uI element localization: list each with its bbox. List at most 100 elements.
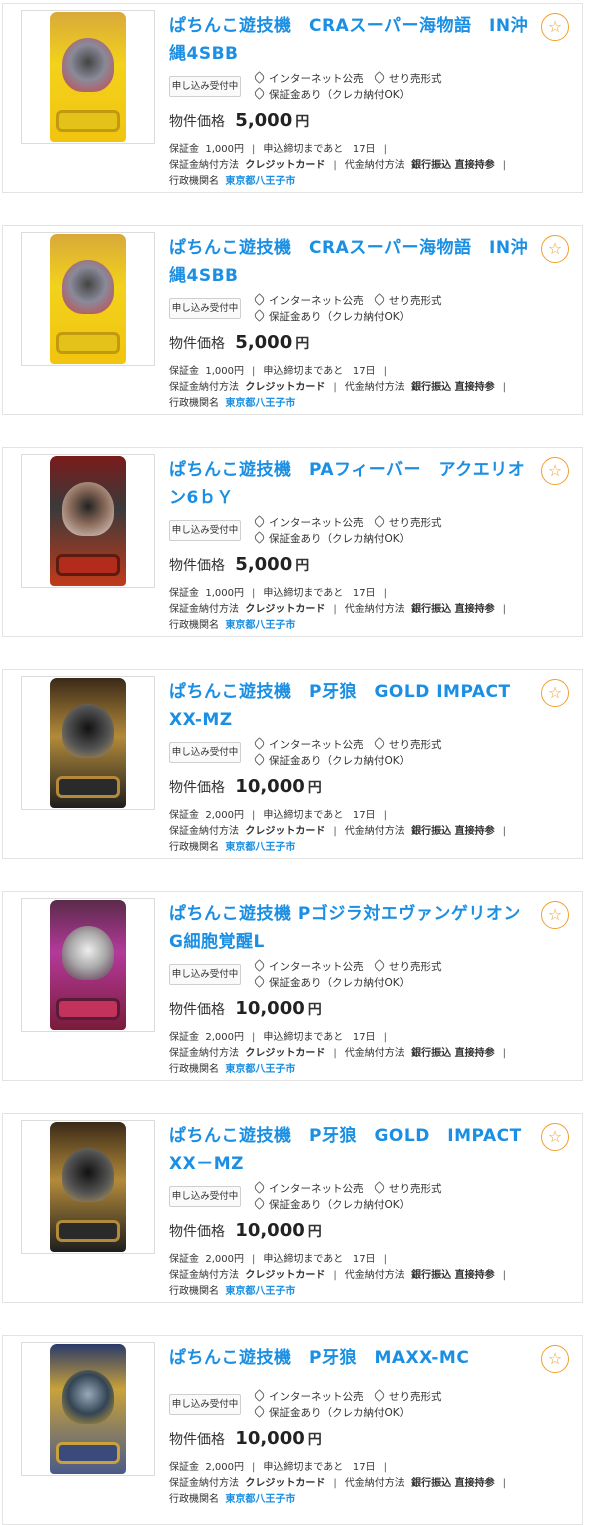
info-row-methods: 保証金納付方法 クレジットカード | 代金納付方法 銀行振込 直接持参 | xyxy=(169,1478,506,1489)
tag-icon xyxy=(373,737,386,750)
tag-label: インターネット公売 xyxy=(269,739,364,751)
tag-label: せり売形式 xyxy=(389,73,442,85)
tag-label: インターネット公売 xyxy=(269,73,364,85)
price-unit: 円 xyxy=(295,114,310,130)
favorite-star-icon[interactable]: ☆ xyxy=(541,679,569,707)
machine-tray xyxy=(56,554,120,576)
listing-title-link[interactable]: ぱちんこ遊技機 Pゴジラ対エヴァンゲリオン G細胞覚醒L xyxy=(169,900,538,956)
tag-icon xyxy=(253,737,266,750)
listing-card: ぱちんこ遊技機 CRAスーパー海物語 IN沖縄4SBB ☆ 申し込み受付中 イン… xyxy=(2,3,583,193)
favorite-star-icon[interactable]: ☆ xyxy=(541,1123,569,1151)
tag-internet-sale: インターネット公売 xyxy=(253,1181,364,1196)
favorite-star-icon[interactable]: ☆ xyxy=(541,901,569,929)
listing-thumbnail[interactable] xyxy=(21,676,155,810)
agency-link[interactable]: 東京都八王子市 xyxy=(225,842,295,853)
tag-icon xyxy=(253,1405,266,1418)
tag-auction-format: せり売形式 xyxy=(373,515,442,530)
agency-link[interactable]: 東京都八王子市 xyxy=(225,1494,295,1505)
listing-thumbnail[interactable] xyxy=(21,1342,155,1476)
deposit-method-label: 保証金納付方法 xyxy=(169,1270,239,1281)
agency-link[interactable]: 東京都八王子市 xyxy=(225,1286,295,1297)
price-value: 10,000 xyxy=(235,1220,305,1241)
deposit-value: 1,000円 xyxy=(205,366,244,377)
tag-deposit: 保証金あり（クレカ納付OK） xyxy=(253,87,411,102)
deposit-label: 保証金 xyxy=(169,1254,199,1265)
agency-link[interactable]: 東京都八王子市 xyxy=(225,176,295,187)
agency-label: 行政機関名 xyxy=(169,842,219,853)
machine-screen xyxy=(62,260,114,314)
price-value: 10,000 xyxy=(235,776,305,797)
tag-deposit: 保証金あり（クレカ納付OK） xyxy=(253,1197,410,1212)
price-row: 物件価格 10,000 円 xyxy=(169,1220,322,1241)
tag-icon xyxy=(373,515,386,528)
listing-title-link[interactable]: ぱちんこ遊技機 P牙狼 MAXX-MC xyxy=(169,1344,529,1372)
info-row-agency: 行政機関名 東京都八王子市 xyxy=(169,840,295,856)
deposit-value: 1,000円 xyxy=(205,144,244,155)
agency-label: 行政機関名 xyxy=(169,1064,219,1075)
deadline-value: 17日 xyxy=(352,1462,376,1473)
status-badge: 申し込み受付中 xyxy=(169,964,241,985)
tag-label: せり売形式 xyxy=(389,295,442,307)
listing-title-link[interactable]: ぱちんこ遊技機 CRAスーパー海物語 IN沖縄4SBB xyxy=(169,234,529,290)
favorite-star-icon[interactable]: ☆ xyxy=(541,457,569,485)
tag-auction-format: せり売形式 xyxy=(373,959,442,974)
deadline-value: 17日 xyxy=(352,810,376,821)
tag-icon xyxy=(253,309,266,322)
listing-title-link[interactable]: ぱちんこ遊技機 CRAスーパー海物語 IN沖縄4SBB xyxy=(169,12,529,68)
listing-title-link[interactable]: ぱちんこ遊技機 PAフィーバー アクエリオン6ｂＹ xyxy=(169,456,529,512)
listing-thumbnail[interactable] xyxy=(21,1120,155,1254)
listing-thumbnail[interactable] xyxy=(21,898,155,1032)
deposit-label: 保証金 xyxy=(169,810,199,821)
listing-thumbnail[interactable] xyxy=(21,454,155,588)
tag-label: インターネット公売 xyxy=(269,961,364,973)
favorite-star-icon[interactable]: ☆ xyxy=(541,235,569,263)
price-value: 10,000 xyxy=(235,1428,305,1449)
price-row: 物件価格 5,000 円 xyxy=(169,554,309,575)
tag-icon xyxy=(253,753,266,766)
tag-auction-format: せり売形式 xyxy=(373,71,442,86)
price-row: 物件価格 10,000 円 xyxy=(169,998,322,1019)
deposit-method-value: クレジットカード xyxy=(245,604,326,615)
payment-label: 代金納付方法 xyxy=(344,160,405,171)
agency-link[interactable]: 東京都八王子市 xyxy=(225,1064,295,1075)
deposit-method-value: クレジットカード xyxy=(245,1048,326,1059)
deadline-label: 申込締切まであと xyxy=(263,1032,344,1043)
tag-internet-sale: インターネット公売 xyxy=(253,515,364,530)
deposit-label: 保証金 xyxy=(169,588,199,599)
info-row-methods: 保証金納付方法 クレジットカード | 代金納付方法 銀行振込 直接持参 | xyxy=(169,1048,506,1059)
listing-title-link[interactable]: ぱちんこ遊技機 P牙狼 GOLD IMPACT XX－MZ xyxy=(169,1122,539,1178)
tag-deposit: 保証金あり（クレカ納付OK） xyxy=(253,975,410,990)
deposit-method-label: 保証金納付方法 xyxy=(169,1048,239,1059)
listing-thumbnail[interactable] xyxy=(21,232,155,366)
pachinko-machine-image xyxy=(50,1122,126,1252)
favorite-star-icon[interactable]: ☆ xyxy=(541,13,569,41)
agency-link[interactable]: 東京都八王子市 xyxy=(225,398,295,409)
listing-thumbnail[interactable] xyxy=(21,10,155,144)
tag-label: 保証金あり（クレカ納付OK） xyxy=(269,1407,411,1419)
tag-label: せり売形式 xyxy=(389,739,442,751)
info-row-deposit: 保証金 2,000円 | 申込締切まであと 17日 | xyxy=(169,810,387,821)
tag-internet-sale: インターネット公売 xyxy=(253,71,364,86)
price-unit: 円 xyxy=(295,558,310,574)
listing-title-link[interactable]: ぱちんこ遊技機 P牙狼 GOLD IMPACT XX-MZ xyxy=(169,678,529,734)
info-row-agency: 行政機関名 東京都八王子市 xyxy=(169,618,295,634)
deposit-value: 2,000円 xyxy=(205,1032,244,1043)
pachinko-machine-image xyxy=(50,1344,126,1474)
machine-screen xyxy=(62,1148,114,1202)
tag-label: せり売形式 xyxy=(389,517,442,529)
tag-icon xyxy=(253,975,266,988)
tag-label: 保証金あり（クレカ納付OK） xyxy=(269,89,411,101)
tag-auction-format: せり売形式 xyxy=(373,1181,442,1196)
price-label: 物件価格 xyxy=(169,336,225,352)
listing-card: ぱちんこ遊技機 P牙狼 GOLD IMPACT XX－MZ ☆ 申し込み受付中 … xyxy=(2,1113,583,1303)
status-badge: 申し込み受付中 xyxy=(169,298,241,319)
agency-link[interactable]: 東京都八王子市 xyxy=(225,620,295,631)
info-row-methods: 保証金納付方法 クレジットカード | 代金納付方法 銀行振込 直接持参 | xyxy=(169,826,506,837)
deposit-label: 保証金 xyxy=(169,144,199,155)
payment-value: 銀行振込 直接持参 xyxy=(411,382,495,393)
favorite-star-icon[interactable]: ☆ xyxy=(541,1345,569,1373)
tag-icon xyxy=(373,1181,386,1194)
deposit-value: 2,000円 xyxy=(205,810,244,821)
price-label: 物件価格 xyxy=(169,1224,225,1240)
info-row-deposit: 保証金 2,000円 | 申込締切まであと 17日 | xyxy=(169,1254,387,1265)
